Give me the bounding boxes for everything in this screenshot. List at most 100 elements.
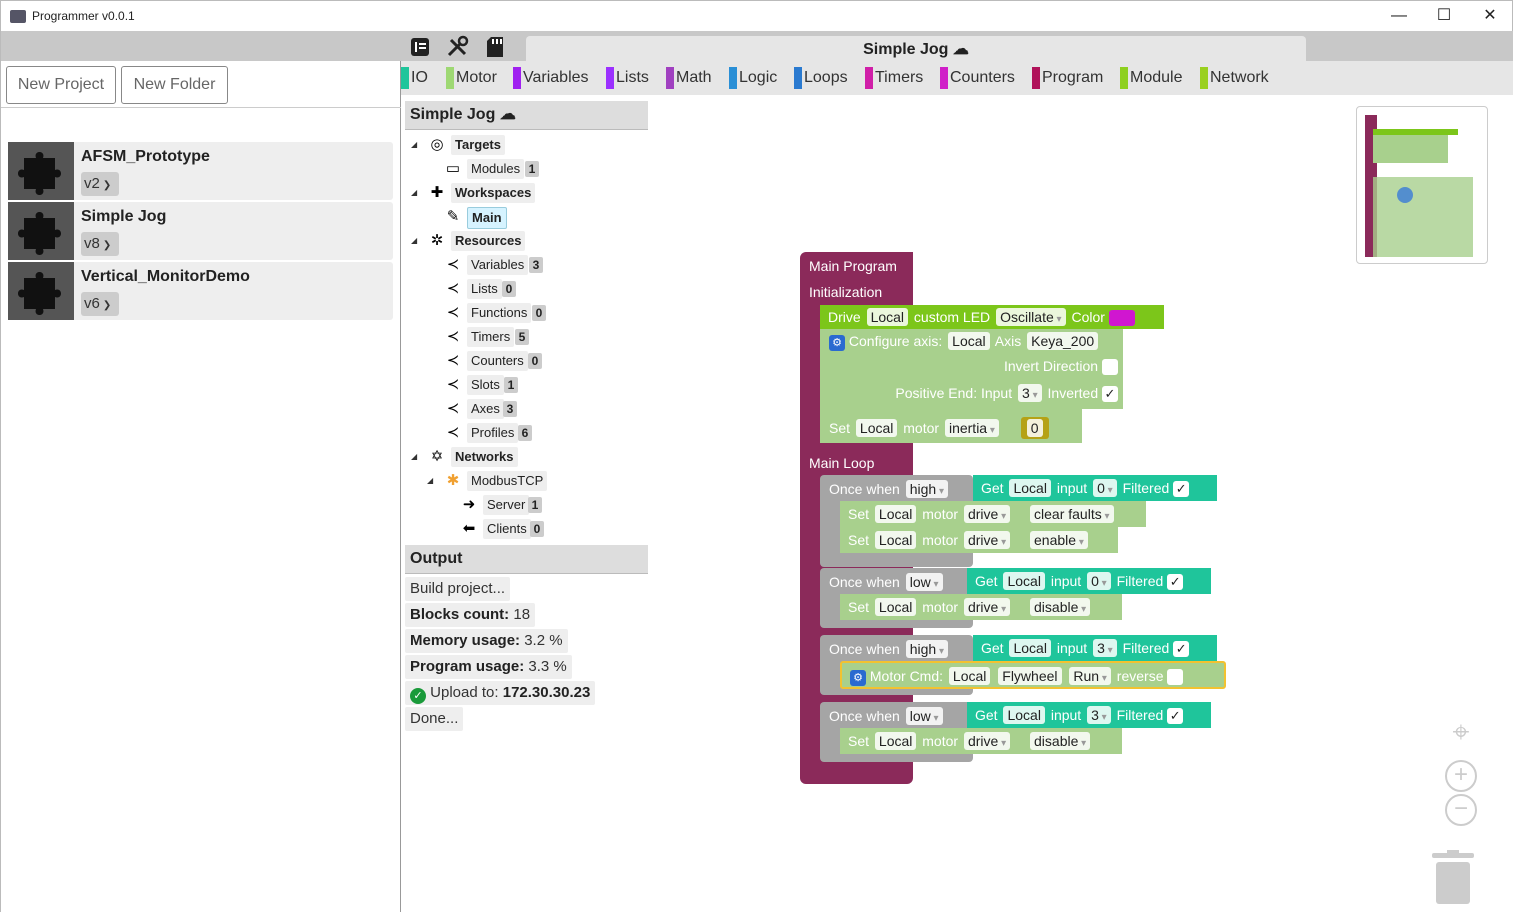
reverse-checkbox[interactable] [1167,669,1184,686]
set-drive-block[interactable]: Set Local motor drive enable [840,527,1118,553]
category-network[interactable]: Network [1200,67,1269,89]
target-field[interactable]: Local [948,332,990,350]
window-title: Programmer v0.0.1 [32,9,135,23]
filtered-checkbox[interactable]: ✓ [1167,708,1184,725]
blocks-list-icon[interactable] [407,34,433,60]
action-dropdown[interactable]: disable [1030,732,1091,750]
edge-dropdown[interactable]: high [905,640,948,658]
category-io[interactable]: IO [401,67,428,89]
edge-dropdown[interactable]: low [905,707,943,725]
category-counters[interactable]: Counters [940,67,1015,89]
new-folder-button[interactable]: New Folder [121,66,228,104]
motor-field[interactable]: Flywheel [998,667,1062,685]
blocks-workspace[interactable]: Main Program Initialization Main Loop Dr… [648,95,1513,912]
new-project-button[interactable]: New Project [6,66,116,104]
expand-arrow-icon[interactable]: ◢ [411,447,417,467]
get-input-block[interactable]: Get Local input 0 Filtered ✓ [973,475,1217,501]
get-input-block[interactable]: Get Local input 3 Filtered ✓ [973,635,1217,661]
configure-axis-block[interactable]: ⚙ Configure axis: Local Axis Keya_200 In… [820,329,1123,409]
expand-arrow-icon[interactable]: ◢ [411,231,417,251]
property-dropdown[interactable]: drive [963,598,1011,616]
input-dropdown[interactable]: 3 [1087,706,1111,724]
expand-arrow-icon[interactable]: ◢ [427,471,433,491]
set-drive-block[interactable]: Set Local motor drive disable [840,594,1122,620]
target-field[interactable]: Local [948,667,991,685]
property-dropdown[interactable]: drive [963,732,1011,750]
edge-dropdown[interactable]: high [905,480,948,498]
set-drive-block[interactable]: Set Local motor drive disable [840,728,1122,754]
target-field[interactable]: Local [1009,479,1051,497]
target-field[interactable]: Local [874,598,917,616]
input-dropdown[interactable]: 3 [1018,384,1042,402]
action-dropdown[interactable]: disable [1030,598,1091,616]
target-field[interactable]: Local [1003,706,1045,724]
property-dropdown[interactable]: inertia [944,419,999,437]
action-dropdown[interactable]: clear faults [1030,505,1114,523]
target-field[interactable]: Local [1003,572,1045,590]
trash-icon[interactable] [1432,850,1474,906]
property-dropdown[interactable]: drive [963,531,1011,549]
sd-card-icon[interactable] [482,34,508,60]
category-variables[interactable]: Variables [513,67,589,89]
input-dropdown[interactable]: 0 [1093,479,1117,497]
target-field[interactable]: Local [874,505,917,523]
category-program[interactable]: Program [1032,67,1103,89]
block-label: Filtered [1122,640,1170,656]
command-dropdown[interactable]: Run [1069,667,1111,685]
minimize-button[interactable]: — [1376,1,1422,32]
property-dropdown[interactable]: drive [963,505,1011,523]
zoom-out-icon[interactable]: − [1445,794,1477,826]
number-field[interactable]: 0 [1026,419,1043,437]
filtered-checkbox[interactable]: ✓ [1173,481,1190,498]
motor-cmd-block[interactable]: ⚙ Motor Cmd: Local Flywheel Run reverse [840,661,1226,689]
category-loops[interactable]: Loops [794,67,848,89]
tree-label: Counters [467,351,528,371]
get-input-block[interactable]: Get Local input 0 Filtered ✓ [967,568,1211,594]
filtered-checkbox[interactable]: ✓ [1167,574,1184,591]
number-block[interactable]: 0 [1020,417,1049,439]
input-dropdown[interactable]: 0 [1087,572,1111,590]
filtered-checkbox[interactable]: ✓ [1173,641,1190,658]
tools-icon[interactable] [445,34,471,60]
target-field[interactable]: Local [874,531,917,549]
project-item[interactable]: Vertical_MonitorDemo v6 ❯ [8,262,393,320]
zoom-in-icon[interactable]: + [1445,760,1477,792]
invert-checkbox[interactable] [1102,359,1118,376]
get-input-block[interactable]: Get Local input 3 Filtered ✓ [967,702,1211,728]
gear-icon[interactable]: ⚙ [829,335,845,351]
recenter-icon[interactable]: ⌖ [1445,717,1477,749]
gear-icon[interactable]: ⚙ [850,670,866,686]
workspace-minimap[interactable] [1356,106,1488,264]
category-module[interactable]: Module [1120,67,1182,89]
edge-dropdown[interactable]: low [905,573,943,591]
target-field[interactable]: Local [855,419,898,437]
input-dropdown[interactable]: 3 [1093,639,1117,657]
target-field[interactable]: Local [1009,639,1051,657]
action-dropdown[interactable]: enable [1030,531,1088,549]
category-lists[interactable]: Lists [606,67,649,89]
category-motor[interactable]: Motor [446,67,497,89]
close-button[interactable]: ✕ [1467,1,1513,32]
category-math[interactable]: Math [666,67,712,89]
version-select[interactable]: v2 ❯ [81,172,119,196]
category-timers[interactable]: Timers [865,67,923,89]
category-label: Module [1130,69,1183,86]
module-icon: ▭ [445,160,461,177]
inverted-checkbox[interactable]: ✓ [1102,386,1118,403]
project-item[interactable]: AFSM_Prototype v2 ❯ [8,142,393,200]
maximize-button[interactable]: ☐ [1421,1,1467,32]
target-field[interactable]: Local [866,308,909,326]
expand-arrow-icon[interactable]: ◢ [411,135,417,155]
version-select[interactable]: v8 ❯ [81,232,119,256]
drive-led-block[interactable]: Drive Local custom LED Oscillate Color [820,305,1164,329]
target-field[interactable]: Local [874,732,917,750]
mode-dropdown[interactable]: Oscillate [996,308,1066,326]
version-select[interactable]: v6 ❯ [81,292,119,316]
project-item[interactable]: Simple Jog v8 ❯ [8,202,393,260]
color-swatch[interactable] [1108,310,1135,327]
expand-arrow-icon[interactable]: ◢ [411,183,417,203]
set-drive-block[interactable]: Set Local motor drive clear faults [840,501,1146,527]
axis-field[interactable]: Keya_200 [1027,332,1099,350]
set-inertia-block[interactable]: Set Local motor inertia 0 [820,409,1082,443]
category-logic[interactable]: Logic [729,67,777,89]
